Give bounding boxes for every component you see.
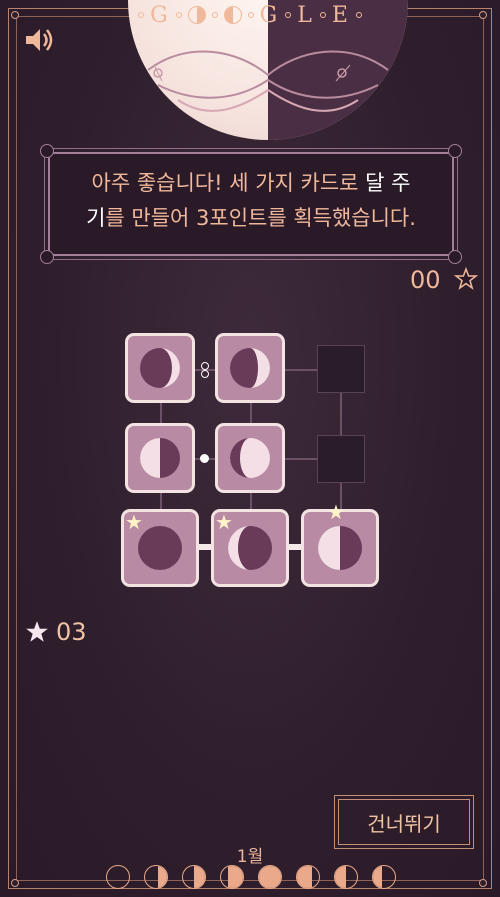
moon-card-waning-crescent[interactable] [128,336,192,400]
message-box: 아주 좋습니다! 세 가지 카드로 달 주 기를 만들어 3포인트를 획득했습니… [40,144,462,264]
star-icon [26,621,48,642]
link-node [201,370,209,378]
opponent-score: 00 [410,266,479,294]
logo-letter: E [331,2,350,28]
completed-link [288,544,302,550]
corner-ornament [11,11,19,19]
star-icon [453,266,479,290]
opponent-score-value: 00 [410,266,441,294]
corner-ornament [479,879,487,887]
logo-letter: L [297,2,314,28]
player-score: 03 [24,618,87,646]
moon-phase-icon [187,6,206,24]
player-score-value: 03 [56,618,87,646]
link-node [201,362,209,370]
star-icon: ★ [125,510,143,534]
month-label: 1월 [236,847,264,867]
moon-card-waxing-crescent[interactable] [218,336,282,400]
moon-phase-icon [296,865,320,889]
logo-letter: G [259,2,280,28]
moon-phase-track [106,865,396,889]
logo-letter: G [150,2,170,28]
skip-button[interactable]: 건너뛰기 [334,795,474,849]
game-logo: G G L E [130,2,370,28]
moon-phase-icon [144,865,168,889]
result-message: 아주 좋습니다! 세 가지 카드로 달 주 기를 만들어 3포인트를 획득했습니… [86,171,416,230]
moon-phase-icon [258,865,282,889]
star-icon: ★ [215,510,233,534]
star-icon: ★ [327,500,345,524]
empty-card-slot[interactable] [317,435,365,483]
corner-ornament [11,879,19,887]
moon-card-half-moon[interactable] [128,426,192,490]
completed-link [198,544,212,550]
moon-phase-icon [223,6,242,24]
moon-phase-icon [372,865,396,889]
moon-phase-icon [334,865,358,889]
moon-phase-icon [182,865,206,889]
corner-ornament [479,11,487,19]
speaker-icon[interactable] [24,26,54,54]
empty-card-slot[interactable] [317,345,365,393]
moon-phase-icon [106,865,130,889]
moon-card-gibbous[interactable] [218,426,282,490]
link-node [200,454,209,463]
moon-phase-icon [220,865,244,889]
